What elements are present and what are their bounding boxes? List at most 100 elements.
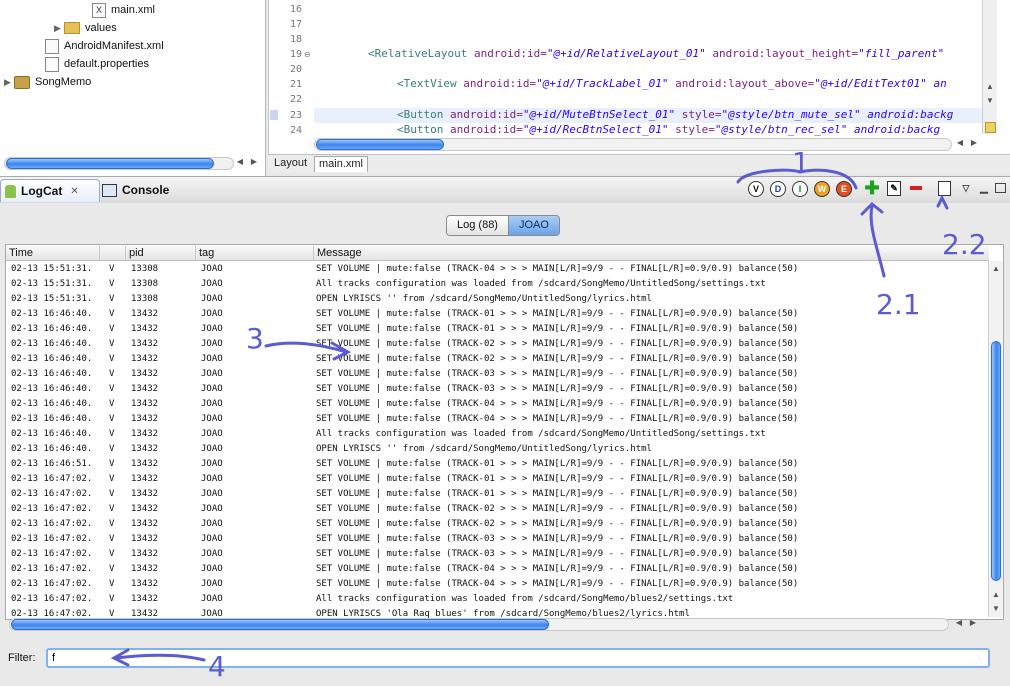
- table-row[interactable]: 02-13 16:46:40. V 13432 JOAO SET VOLUME | mu…: [6, 307, 989, 322]
- tree-item-default-properties[interactable]: default.properties: [45, 55, 149, 73]
- table-row[interactable]: 02-13 16:47:02. V 13432 JOAO SET VOLUME | mu…: [6, 532, 989, 547]
- table-row[interactable]: 02-13 16:47:02. V 13432 JOAO All tracks conf…: [6, 592, 989, 607]
- table-row[interactable]: 02-13 16:46:51. V 13432 JOAO SET VOLUME | mu…: [6, 457, 989, 472]
- tab-console[interactable]: Console: [100, 179, 169, 201]
- cell-time: 02-13 16:47:02.: [11, 519, 93, 529]
- maximize-icon[interactable]: [992, 180, 1008, 196]
- table-row[interactable]: 02-13 16:47:02. V 13432 JOAO SET VOLUME | mu…: [6, 517, 989, 532]
- scroll-up-icon[interactable]: ▲: [990, 590, 1002, 599]
- code-text: <Button android:id="@+id/RecBtnSelect_01…: [397, 123, 941, 136]
- table-row[interactable]: 02-13 16:47:02. V 13432 JOAO SET VOLUME | mu…: [6, 502, 989, 517]
- scroll-thumb[interactable]: [6, 158, 214, 169]
- clear-log-icon[interactable]: [936, 180, 952, 196]
- info-filter-icon[interactable]: I: [792, 181, 808, 197]
- tree-item-label: AndroidManifest.xml: [64, 40, 164, 52]
- cell-tag: JOAO: [201, 549, 223, 559]
- tree-item-label: values: [85, 22, 117, 34]
- expand-arrow-icon[interactable]: ▶: [54, 23, 64, 34]
- table-row[interactable]: 02-13 16:46:40. V 13432 JOAO SET VOLUME | mu…: [6, 322, 989, 337]
- log-vertical-scrollbar[interactable]: ▲ ▲ ▼: [988, 261, 1003, 617]
- tab-log-all[interactable]: Log (88): [447, 216, 509, 235]
- scroll-down-icon[interactable]: ▼: [984, 96, 996, 105]
- add-filter-icon[interactable]: ✚: [864, 178, 880, 198]
- scroll-left-icon[interactable]: ◀: [953, 618, 965, 627]
- close-icon[interactable]: ✕: [70, 186, 78, 197]
- tree-item-values[interactable]: ▶ values: [54, 19, 117, 37]
- warning-marker-icon[interactable]: [985, 122, 996, 133]
- expand-arrow-icon[interactable]: ▶: [4, 77, 14, 88]
- tree-item-songmemo[interactable]: ▶ SongMemo: [4, 73, 91, 91]
- tab-layout[interactable]: Layout: [270, 156, 311, 171]
- cell-message: SET VOLUME | mute:false (TRACK-01 > > > …: [316, 459, 799, 469]
- table-row[interactable]: 02-13 16:47:02. V 13432 JOAO SET VOLUME | mu…: [6, 577, 989, 592]
- line-number: 17: [289, 19, 302, 30]
- tab-logcat[interactable]: LogCat ✕: [0, 179, 100, 202]
- view-menu-icon[interactable]: ▽: [958, 180, 974, 196]
- column-header-time[interactable]: Time: [6, 246, 100, 260]
- table-row[interactable]: 02-13 16:46:40. V 13432 JOAO SET VOLUME | mu…: [6, 367, 989, 382]
- folder-icon: [64, 22, 80, 34]
- cell-message: SET VOLUME | mute:false (TRACK-03 > > > …: [316, 384, 799, 394]
- column-header-tag[interactable]: tag: [196, 246, 314, 260]
- tab-log-joao[interactable]: JOAO: [508, 216, 559, 235]
- cell-message: All tracks configuration was loaded from…: [316, 429, 766, 439]
- warning-filter-icon[interactable]: W: [814, 181, 830, 197]
- editor-vertical-scrollbar[interactable]: ▲ ▼: [982, 0, 997, 134]
- editor-horizontal-scrollbar[interactable]: ◀ ▶: [314, 138, 982, 151]
- table-row[interactable]: 02-13 16:46:40. V 13432 JOAO OPEN LYRISCS ''…: [6, 442, 989, 457]
- table-row[interactable]: 02-13 16:47:02. V 13432 JOAO SET VOLUME | mu…: [6, 472, 989, 487]
- cell-time: 02-13 16:46:40.: [11, 429, 93, 439]
- cell-tag: JOAO: [201, 459, 223, 469]
- cell-level: V: [109, 339, 115, 349]
- minimize-icon[interactable]: ▁: [976, 180, 992, 196]
- cell-message: SET VOLUME | mute:false (TRACK-01 > > > …: [316, 474, 799, 484]
- table-row[interactable]: 02-13 15:51:31. V 13308 JOAO OPEN LYRISCS ''…: [6, 292, 989, 307]
- scroll-thumb[interactable]: [11, 619, 549, 630]
- log-horizontal-scrollbar[interactable]: ◀ ▶: [9, 618, 985, 631]
- scroll-down-icon[interactable]: ▼: [990, 604, 1002, 613]
- tree-item-main-xml[interactable]: X main.xml: [92, 1, 155, 19]
- scroll-right-icon[interactable]: ▶: [248, 157, 260, 166]
- table-row[interactable]: 02-13 16:47:02. V 13432 JOAO SET VOLUME | mu…: [6, 562, 989, 577]
- filter-input[interactable]: [46, 648, 990, 668]
- cell-pid: 13432: [131, 534, 159, 544]
- cell-time: 02-13 16:47:02.: [11, 474, 93, 484]
- cell-tag: JOAO: [201, 369, 223, 379]
- table-row[interactable]: 02-13 16:47:02. V 13432 JOAO SET VOLUME | mu…: [6, 487, 989, 502]
- log-table[interactable]: Time pid tag Message 02-13 15:51:31. V 133…: [5, 244, 1004, 620]
- table-row[interactable]: 02-13 16:46:40. V 13432 JOAO All tracks conf…: [6, 427, 989, 442]
- table-row[interactable]: 02-13 15:51:31. V 13308 JOAO SET VOLUME | mu…: [6, 262, 989, 277]
- scroll-up-icon[interactable]: ▲: [990, 264, 1002, 273]
- table-row[interactable]: 02-13 16:46:40. V 13432 JOAO SET VOLUME | mu…: [6, 382, 989, 397]
- table-row[interactable]: 02-13 16:46:40. V 13432 JOAO SET VOLUME | mu…: [6, 412, 989, 427]
- scroll-up-icon[interactable]: ▲: [984, 82, 996, 91]
- scroll-right-icon[interactable]: ▶: [967, 618, 979, 627]
- scroll-thumb[interactable]: [316, 139, 444, 150]
- annotation-3: 3: [246, 322, 264, 355]
- column-header-pid[interactable]: pid: [126, 246, 196, 260]
- tree-item-manifest[interactable]: AndroidManifest.xml: [45, 37, 164, 55]
- error-filter-icon[interactable]: E: [836, 181, 852, 197]
- table-row[interactable]: 02-13 16:46:40. V 13432 JOAO SET VOLUME | mu…: [6, 397, 989, 412]
- column-header-level[interactable]: [100, 246, 126, 260]
- tab-main-xml[interactable]: main.xml: [314, 156, 369, 172]
- tree-horizontal-scrollbar[interactable]: ◀ ▶: [4, 157, 260, 170]
- debug-filter-icon[interactable]: D: [770, 181, 786, 197]
- table-row[interactable]: 02-13 16:47:02. V 13432 JOAO SET VOLUME | mu…: [6, 547, 989, 562]
- scroll-left-icon[interactable]: ◀: [234, 157, 246, 166]
- log-filter-tabs: Log (88) JOAO: [446, 215, 560, 236]
- table-row[interactable]: 02-13 16:46:40. V 13432 JOAO SET VOLUME | mu…: [6, 337, 989, 352]
- verbose-filter-icon[interactable]: V: [748, 181, 764, 197]
- table-row[interactable]: 02-13 15:51:31. V 13308 JOAO All tracks conf…: [6, 277, 989, 292]
- cell-pid: 13432: [131, 459, 159, 469]
- scroll-left-icon[interactable]: ◀: [954, 138, 966, 147]
- scroll-thumb[interactable]: [991, 341, 1001, 581]
- edit-filter-icon[interactable]: ✎: [886, 180, 902, 196]
- cell-pid: 13432: [131, 579, 159, 589]
- scroll-right-icon[interactable]: ▶: [968, 138, 980, 147]
- delete-filter-icon[interactable]: [908, 180, 924, 196]
- column-header-message[interactable]: Message: [314, 246, 989, 260]
- table-row[interactable]: 02-13 16:46:40. V 13432 JOAO SET VOLUME | mu…: [6, 352, 989, 367]
- fold-icon[interactable]: ⊖: [304, 50, 311, 59]
- cell-time: 02-13 15:51:31.: [11, 264, 93, 274]
